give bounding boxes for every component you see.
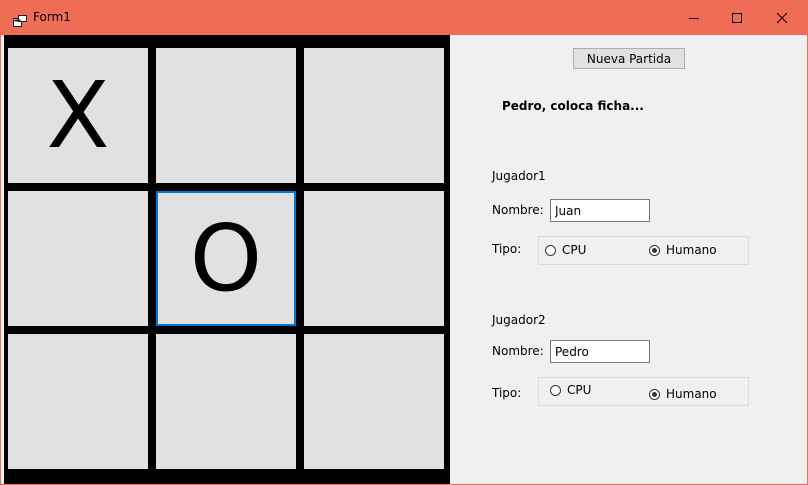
player1-name-label: Nombre: — [492, 203, 544, 217]
player1-human-radio[interactable]: Humano — [649, 243, 717, 257]
main-window: Form1 X O Nueva Partida Pedro, coloca fi… — [0, 0, 808, 485]
status-message: Pedro, coloca ficha... — [502, 99, 644, 113]
board-cell-7[interactable] — [8, 334, 148, 469]
close-icon — [776, 12, 788, 24]
player1-heading: Jugador1 — [492, 169, 546, 183]
radio-checked-icon — [649, 388, 660, 400]
player2-name-label: Nombre: — [492, 344, 544, 358]
game-board: X O — [4, 35, 450, 484]
player1-type-label: Tipo: — [492, 242, 522, 256]
close-button[interactable] — [759, 1, 805, 35]
minimize-button[interactable] — [671, 1, 717, 35]
board-cell-2[interactable] — [156, 48, 296, 183]
player2-human-label: Humano — [666, 387, 717, 401]
player1-cpu-radio[interactable]: CPU — [545, 243, 586, 257]
player2-human-radio[interactable]: Humano — [649, 387, 717, 401]
player2-type-label: Tipo: — [492, 386, 522, 400]
maximize-button[interactable] — [714, 1, 760, 35]
board-cell-6[interactable] — [304, 191, 444, 326]
radio-checked-icon — [649, 244, 660, 256]
player2-cpu-radio[interactable]: CPU — [550, 383, 591, 397]
board-cell-9[interactable] — [304, 334, 444, 469]
player2-name-input[interactable] — [550, 340, 650, 363]
new-game-button[interactable]: Nueva Partida — [573, 48, 685, 69]
player2-heading: Jugador2 — [492, 313, 546, 327]
minimize-icon — [689, 18, 699, 19]
board-cell-4[interactable] — [8, 191, 148, 326]
board-cell-5[interactable]: O — [156, 191, 296, 326]
board-cell-3[interactable] — [304, 48, 444, 183]
player1-cpu-label: CPU — [562, 243, 587, 257]
title-bar[interactable]: Form1 — [1, 1, 808, 35]
player1-name-input[interactable] — [550, 199, 650, 222]
app-icon — [13, 12, 27, 27]
player1-human-label: Humano — [666, 243, 717, 257]
radio-unchecked-icon — [545, 244, 556, 256]
player2-cpu-label: CPU — [567, 383, 592, 397]
board-cell-8[interactable] — [156, 334, 296, 469]
window-title: Form1 — [33, 10, 71, 24]
radio-unchecked-icon — [550, 384, 561, 396]
board-cell-1[interactable]: X — [8, 48, 148, 183]
maximize-icon — [732, 13, 742, 23]
